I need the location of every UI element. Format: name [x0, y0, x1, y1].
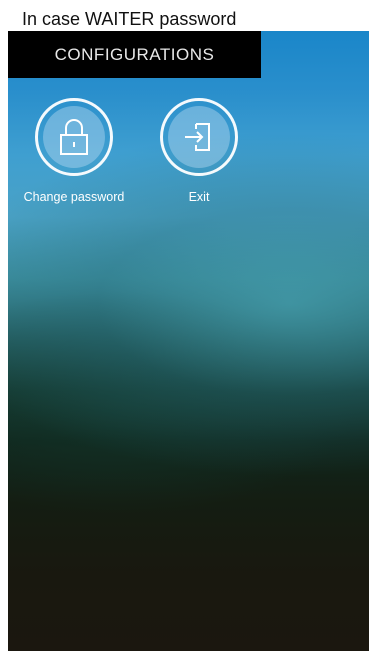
- document-caption: In case WAITER password: [22, 9, 237, 29]
- exit-icon: [185, 123, 210, 151]
- exit-button[interactable]: Exit: [141, 98, 257, 204]
- lock-icon: [60, 119, 88, 155]
- change-password-icon-circle: [35, 98, 113, 176]
- exit-label: Exit: [188, 190, 210, 204]
- change-password-button[interactable]: Change password: [16, 98, 132, 204]
- title-bar: CONFIGURATIONS: [8, 31, 261, 78]
- app-screen: CONFIGURATIONS Change password Exit: [8, 31, 369, 651]
- page-title: CONFIGURATIONS: [54, 44, 215, 64]
- change-password-label: Change password: [23, 190, 125, 204]
- exit-icon-circle: [160, 98, 238, 176]
